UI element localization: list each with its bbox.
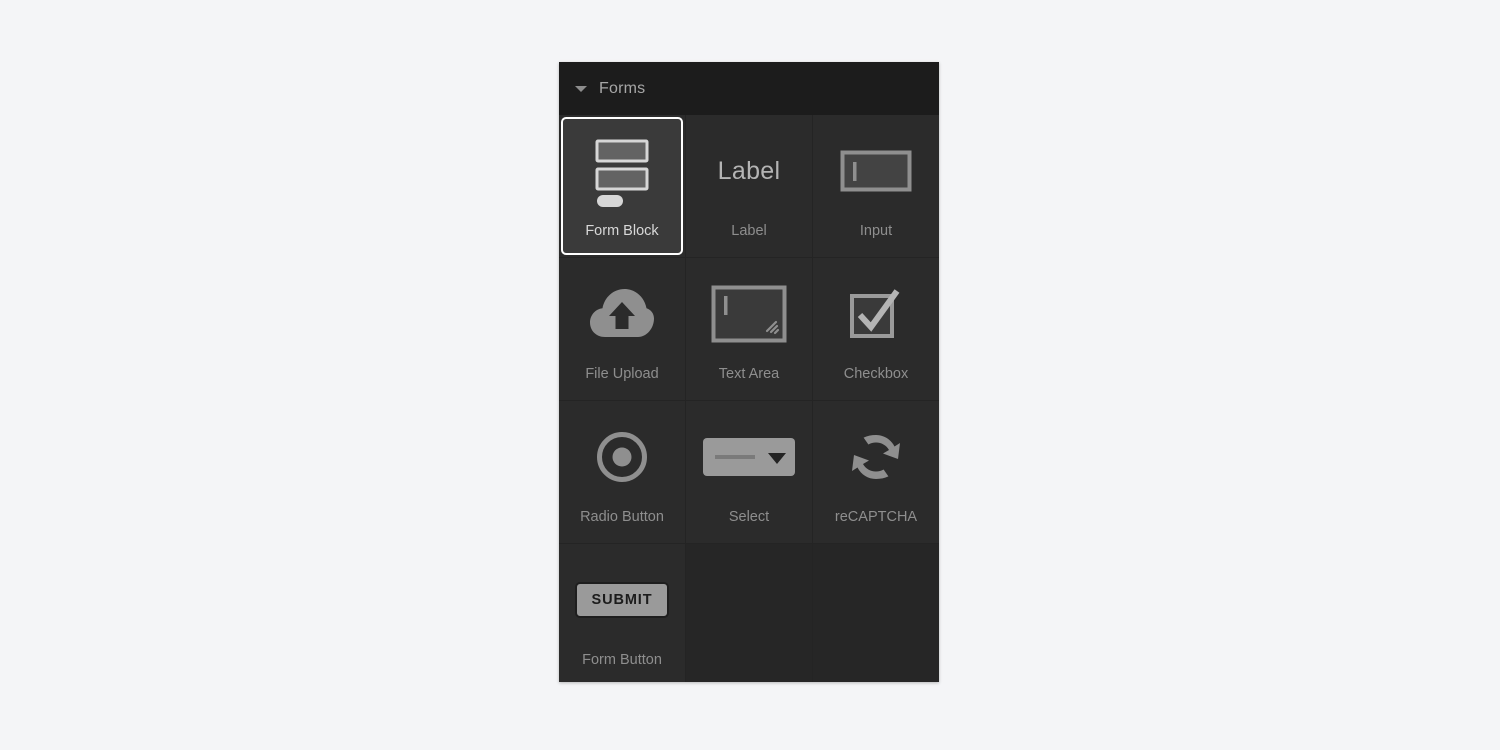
submit-button-icon: SUBMIT [563,548,681,652]
select-dropdown-icon [690,405,808,509]
element-tile-text-area[interactable]: Text Area [688,260,810,398]
element-tile-recaptcha[interactable]: reCAPTCHA [815,403,937,541]
tile-label: Label [731,223,767,239]
text-area-icon [690,262,808,366]
checkbox-icon [817,262,935,366]
element-tile-checkbox[interactable]: Checkbox [815,260,937,398]
grid-cell-select[interactable]: Select [686,401,812,543]
submit-button-glyph-text: SUBMIT [574,581,670,619]
tile-label: reCAPTCHA [834,509,918,525]
grid-cell-recaptcha[interactable]: reCAPTCHA [813,401,939,543]
cloud-upload-icon [563,262,681,366]
element-tile-file-upload[interactable]: File Upload [561,260,683,398]
tile-label: File Upload [585,366,659,382]
label-text-icon: Label [690,119,808,223]
grid-cell-form-block[interactable]: Form Block [559,115,685,257]
triangle-down-icon[interactable] [575,85,587,92]
forms-panel-header[interactable]: Forms [559,62,939,115]
recaptcha-refresh-icon [817,405,935,509]
form-block-icon [563,119,681,223]
forms-element-grid: Form Block Label Label Input File Upload… [559,115,939,682]
tile-label: Checkbox [843,366,909,382]
element-tile-form-button[interactable]: SUBMIT Form Button [561,546,683,682]
element-tile-form-block[interactable]: Form Block [561,117,683,255]
input-field-icon [817,119,935,223]
label-glyph-text: Label [717,156,781,185]
forms-panel: Forms Form Block Label Label Input File … [559,62,939,682]
grid-cell-empty-1 [686,544,812,682]
element-tile-radio-button[interactable]: Radio Button [561,403,683,541]
element-tile-select[interactable]: Select [688,403,810,541]
element-tile-input[interactable]: Input [815,117,937,255]
radio-button-icon [563,405,681,509]
grid-cell-label[interactable]: Label Label [686,115,812,257]
tile-label: Text Area [718,366,780,382]
screen: Forms Form Block Label Label Input File … [0,0,1500,750]
grid-cell-text-area[interactable]: Text Area [686,258,812,400]
grid-cell-radio-button[interactable]: Radio Button [559,401,685,543]
grid-cell-file-upload[interactable]: File Upload [559,258,685,400]
tile-label: Select [728,509,770,525]
tile-label: Input [859,223,893,239]
grid-cell-form-button[interactable]: SUBMIT Form Button [559,544,685,682]
grid-cell-input[interactable]: Input [813,115,939,257]
grid-cell-checkbox[interactable]: Checkbox [813,258,939,400]
element-tile-label[interactable]: Label Label [688,117,810,255]
tile-label: Form Block [585,223,659,239]
tile-label: Radio Button [580,509,664,525]
grid-cell-empty-2 [813,544,939,682]
panel-title: Forms [599,79,646,97]
tile-label: Form Button [582,652,662,668]
